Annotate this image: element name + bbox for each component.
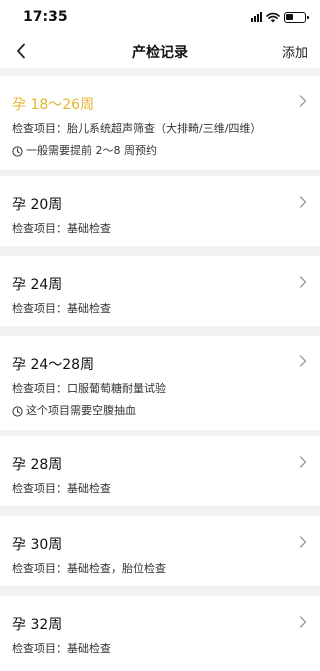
record-title: 孕 30周	[12, 537, 63, 553]
chevron-right-icon	[299, 456, 307, 468]
signal-icon	[251, 12, 262, 22]
add-button[interactable]: 添加	[282, 42, 308, 61]
status-bar: 17:35	[0, 0, 320, 34]
record-note: 一般需要提前 2～8 周预约	[12, 144, 157, 158]
record-title: 孕 20周	[12, 197, 63, 213]
record-title: 孕 32周	[12, 617, 63, 633]
chevron-right-icon	[299, 355, 307, 367]
status-icons	[251, 11, 309, 23]
chevron-right-icon	[299, 95, 307, 107]
clock-icon	[12, 145, 23, 157]
record-items: 检查项目：基础检查	[12, 482, 111, 495]
record-items: 检查项目：基础检查	[12, 302, 111, 315]
page-title: 产检记录	[132, 45, 188, 61]
nav-bar: 产检记录 添加	[0, 34, 320, 68]
status-time: 17:35	[23, 9, 68, 25]
chevron-right-icon	[299, 536, 307, 548]
clock-icon	[12, 405, 23, 417]
record-card-4[interactable]: 孕 28周 检查项目：基础检查	[0, 436, 320, 506]
record-card-5[interactable]: 孕 30周 检查项目：基础检查，胎位检查	[0, 516, 320, 586]
wifi-icon	[266, 12, 280, 22]
record-items: 检查项目：胎儿系统超声筛查（大排畸/三维/四维）	[12, 122, 262, 135]
chevron-right-icon	[299, 276, 307, 288]
record-note-text: 一般需要提前 2～8 周预约	[26, 144, 157, 157]
record-card-6[interactable]: 孕 32周 检查项目：基础检查	[0, 596, 320, 671]
chevron-right-icon	[299, 616, 307, 628]
record-card-1[interactable]: 孕 20周 检查项目：基础检查	[0, 176, 320, 246]
record-note: 这个项目需要空腹抽血	[12, 404, 136, 418]
record-items: 检查项目：基础检查，胎位检查	[12, 562, 166, 575]
battery-icon	[284, 11, 309, 23]
record-card-3[interactable]: 孕 24～28周 检查项目：口服葡萄糖耐量试验 这个项目需要空腹抽血	[0, 336, 320, 430]
record-title: 孕 18～26周	[12, 97, 95, 113]
record-title: 孕 28周	[12, 457, 63, 473]
record-items: 检查项目：基础检查	[12, 642, 111, 655]
record-card-0[interactable]: 孕 18～26周 检查项目：胎儿系统超声筛查（大排畸/三维/四维） 一般需要提前…	[0, 76, 320, 170]
record-card-2[interactable]: 孕 24周 检查项目：基础检查	[0, 256, 320, 326]
record-title: 孕 24～28周	[12, 357, 95, 373]
chevron-right-icon	[299, 196, 307, 208]
record-items: 检查项目：口服葡萄糖耐量试验	[12, 382, 166, 395]
record-title: 孕 24周	[12, 277, 63, 293]
record-note-text: 这个项目需要空腹抽血	[26, 404, 136, 417]
record-items: 检查项目：基础检查	[12, 222, 111, 235]
